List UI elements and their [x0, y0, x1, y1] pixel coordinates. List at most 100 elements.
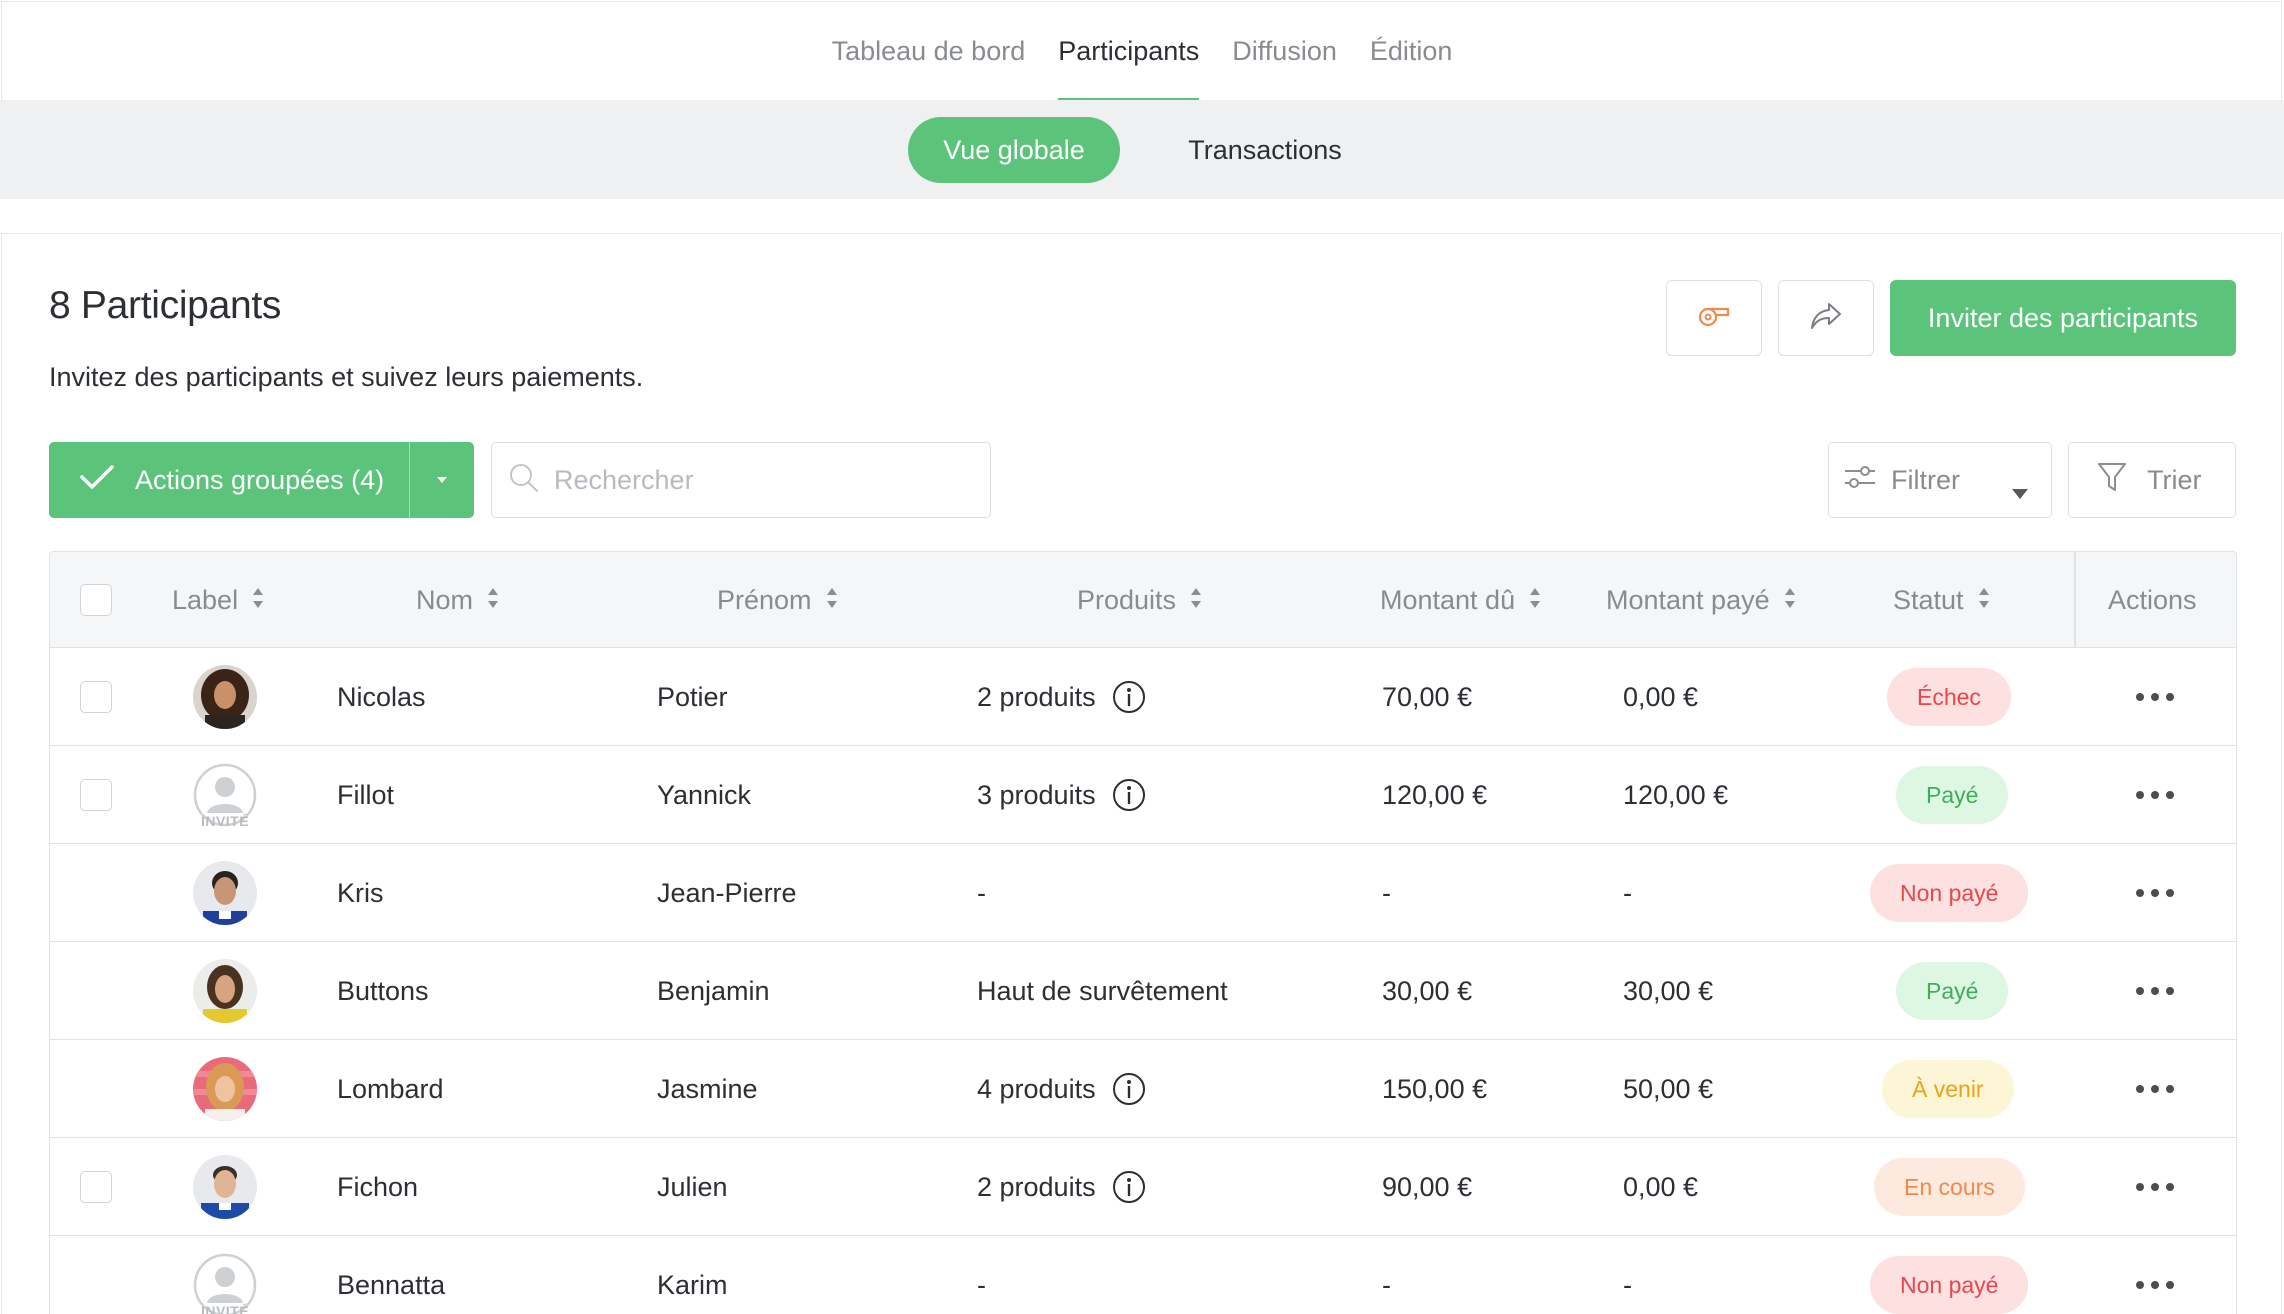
- cell-montant-du: 30,00 €: [1382, 975, 1473, 1006]
- row-checkbox[interactable]: [80, 1171, 112, 1203]
- table-row[interactable]: Lombard Jasmine 4 produits 150,00 € 50,0…: [50, 1040, 2236, 1138]
- select-all-checkbox[interactable]: [80, 584, 112, 616]
- page-title: 8 Participants: [49, 284, 282, 327]
- cell-prenom: Jasmine: [657, 1073, 758, 1104]
- column-montant-paye[interactable]: Montant payé: [1606, 552, 1796, 648]
- column-montant-du[interactable]: Montant dû: [1380, 552, 1541, 648]
- info-icon[interactable]: [1112, 778, 1146, 812]
- pill-transactions[interactable]: Transactions: [1160, 117, 1370, 183]
- column-produits[interactable]: Produits: [1077, 552, 1202, 648]
- sort-arrows-icon: [1978, 585, 1990, 616]
- share-icon: [1809, 301, 1843, 336]
- sliders-icon: [1843, 463, 1877, 498]
- bulk-actions-button[interactable]: Actions groupées (4): [49, 442, 409, 518]
- column-statut-text: Statut: [1893, 584, 1964, 615]
- bulk-actions-dropdown[interactable]: [410, 442, 474, 518]
- tab-diffusion[interactable]: Diffusion: [1232, 2, 1337, 101]
- status-badge: Non payé: [1870, 1256, 2029, 1314]
- info-icon[interactable]: [1112, 1072, 1146, 1106]
- column-nom[interactable]: Nom: [416, 552, 499, 648]
- sub-navigation: Vue globale Transactions: [0, 100, 2284, 199]
- cell-montant-du: 90,00 €: [1382, 1171, 1473, 1202]
- more-actions-icon[interactable]: [2136, 889, 2174, 897]
- cell-produits-text: 2 produits: [977, 1171, 1096, 1202]
- cell-prenom: Benjamin: [657, 975, 770, 1006]
- column-label-text: Label: [172, 584, 239, 615]
- cell-produits-text: -: [977, 1269, 986, 1300]
- cell-montant-paye: 0,00 €: [1623, 1171, 1699, 1202]
- cell-montant-paye: 50,00 €: [1623, 1073, 1714, 1104]
- row-checkbox[interactable]: [80, 681, 112, 713]
- table-row[interactable]: Nicolas Potier 2 produits 70,00 € 0,00 €…: [50, 648, 2236, 746]
- sort-arrows-icon: [1784, 585, 1796, 616]
- avatar: [193, 959, 257, 1023]
- cell-actions: [2136, 648, 2174, 746]
- sort-label: Trier: [2147, 464, 2202, 495]
- cell-nom: Lombard: [337, 1073, 444, 1104]
- avatar-cell: [193, 844, 257, 942]
- tab-edition[interactable]: Édition: [1370, 2, 1453, 101]
- cell-actions: [2136, 1138, 2174, 1236]
- avatar: [193, 1057, 257, 1121]
- avatar: [193, 861, 257, 925]
- cell-prenom: Potier: [657, 681, 728, 712]
- cell-produits-text: 3 produits: [977, 779, 1096, 810]
- cell-statut: Non payé: [1870, 1236, 2029, 1314]
- cell-produits-text: Haut de survêtement: [977, 975, 1228, 1006]
- funnel-icon: [2097, 461, 2127, 500]
- share-button[interactable]: [1778, 280, 1874, 356]
- cell-montant-paye: -: [1623, 877, 1632, 908]
- select-all-cell: [80, 552, 112, 648]
- table-row[interactable]: Buttons Benjamin Haut de survêtement 30,…: [50, 942, 2236, 1040]
- column-prenom[interactable]: Prénom: [717, 552, 838, 648]
- filter-button[interactable]: Filtrer: [1828, 442, 2052, 518]
- sort-arrows-icon: [1529, 585, 1541, 616]
- cell-nom: Nicolas: [337, 681, 426, 712]
- cell-actions: [2136, 942, 2174, 1040]
- check-icon: [79, 463, 135, 498]
- column-actions-text: Actions: [2108, 584, 2197, 615]
- tab-participants[interactable]: Participants: [1058, 2, 1200, 101]
- sort-arrows-icon: [826, 585, 838, 616]
- cell-nom: Bennatta: [337, 1269, 446, 1300]
- participants-table: Label Nom Prénom Produits Montant dû Mon…: [49, 551, 2237, 1314]
- cell-statut: Non payé: [1870, 844, 2029, 942]
- cell-nom: Kris: [337, 877, 384, 908]
- tab-tableau-de-bord[interactable]: Tableau de bord: [832, 2, 1026, 101]
- cell-montant-du: -: [1382, 877, 1391, 908]
- more-actions-icon[interactable]: [2136, 791, 2174, 799]
- column-actions: Actions: [2108, 552, 2197, 648]
- cell-produits: 2 produits: [977, 1138, 1146, 1236]
- column-nom-text: Nom: [416, 584, 474, 615]
- column-statut[interactable]: Statut: [1893, 552, 1990, 648]
- sort-button[interactable]: Trier: [2068, 442, 2236, 518]
- column-produits-text: Produits: [1077, 584, 1177, 615]
- cell-statut: Payé: [1896, 746, 2009, 844]
- table-header: Label Nom Prénom Produits Montant dû Mon…: [50, 552, 2236, 648]
- avatar: [193, 665, 257, 729]
- more-actions-icon[interactable]: [2136, 987, 2174, 995]
- cell-actions: [2136, 1236, 2174, 1314]
- more-actions-icon[interactable]: [2136, 1085, 2174, 1093]
- bulk-actions: Actions groupées (4): [49, 442, 474, 518]
- info-icon[interactable]: [1112, 680, 1146, 714]
- sort-arrows-icon: [1190, 585, 1202, 616]
- actions-column-divider: [2074, 552, 2076, 648]
- pill-vue-globale[interactable]: Vue globale: [908, 117, 1120, 183]
- table-row[interactable]: INVITÉ Bennatta Karim - - - Non payé: [50, 1236, 2236, 1314]
- more-actions-icon[interactable]: [2136, 693, 2174, 701]
- more-actions-icon[interactable]: [2136, 1281, 2174, 1289]
- filter-label: Filtrer: [1891, 464, 1960, 495]
- column-prenom-text: Prénom: [717, 584, 812, 615]
- info-icon[interactable]: [1112, 1170, 1146, 1204]
- whistle-button[interactable]: [1666, 280, 1762, 356]
- invite-participants-button[interactable]: Inviter des participants: [1890, 280, 2236, 356]
- search-input[interactable]: [554, 464, 974, 496]
- row-checkbox[interactable]: [80, 779, 112, 811]
- column-montant-paye-text: Montant payé: [1606, 584, 1770, 615]
- column-label[interactable]: Label: [172, 552, 264, 648]
- table-row[interactable]: Kris Jean-Pierre - - - Non payé: [50, 844, 2236, 942]
- table-row[interactable]: Fichon Julien 2 produits 90,00 € 0,00 € …: [50, 1138, 2236, 1236]
- table-row[interactable]: INVITÉ Fillot Yannick 3 produits 120,00 …: [50, 746, 2236, 844]
- more-actions-icon[interactable]: [2136, 1183, 2174, 1191]
